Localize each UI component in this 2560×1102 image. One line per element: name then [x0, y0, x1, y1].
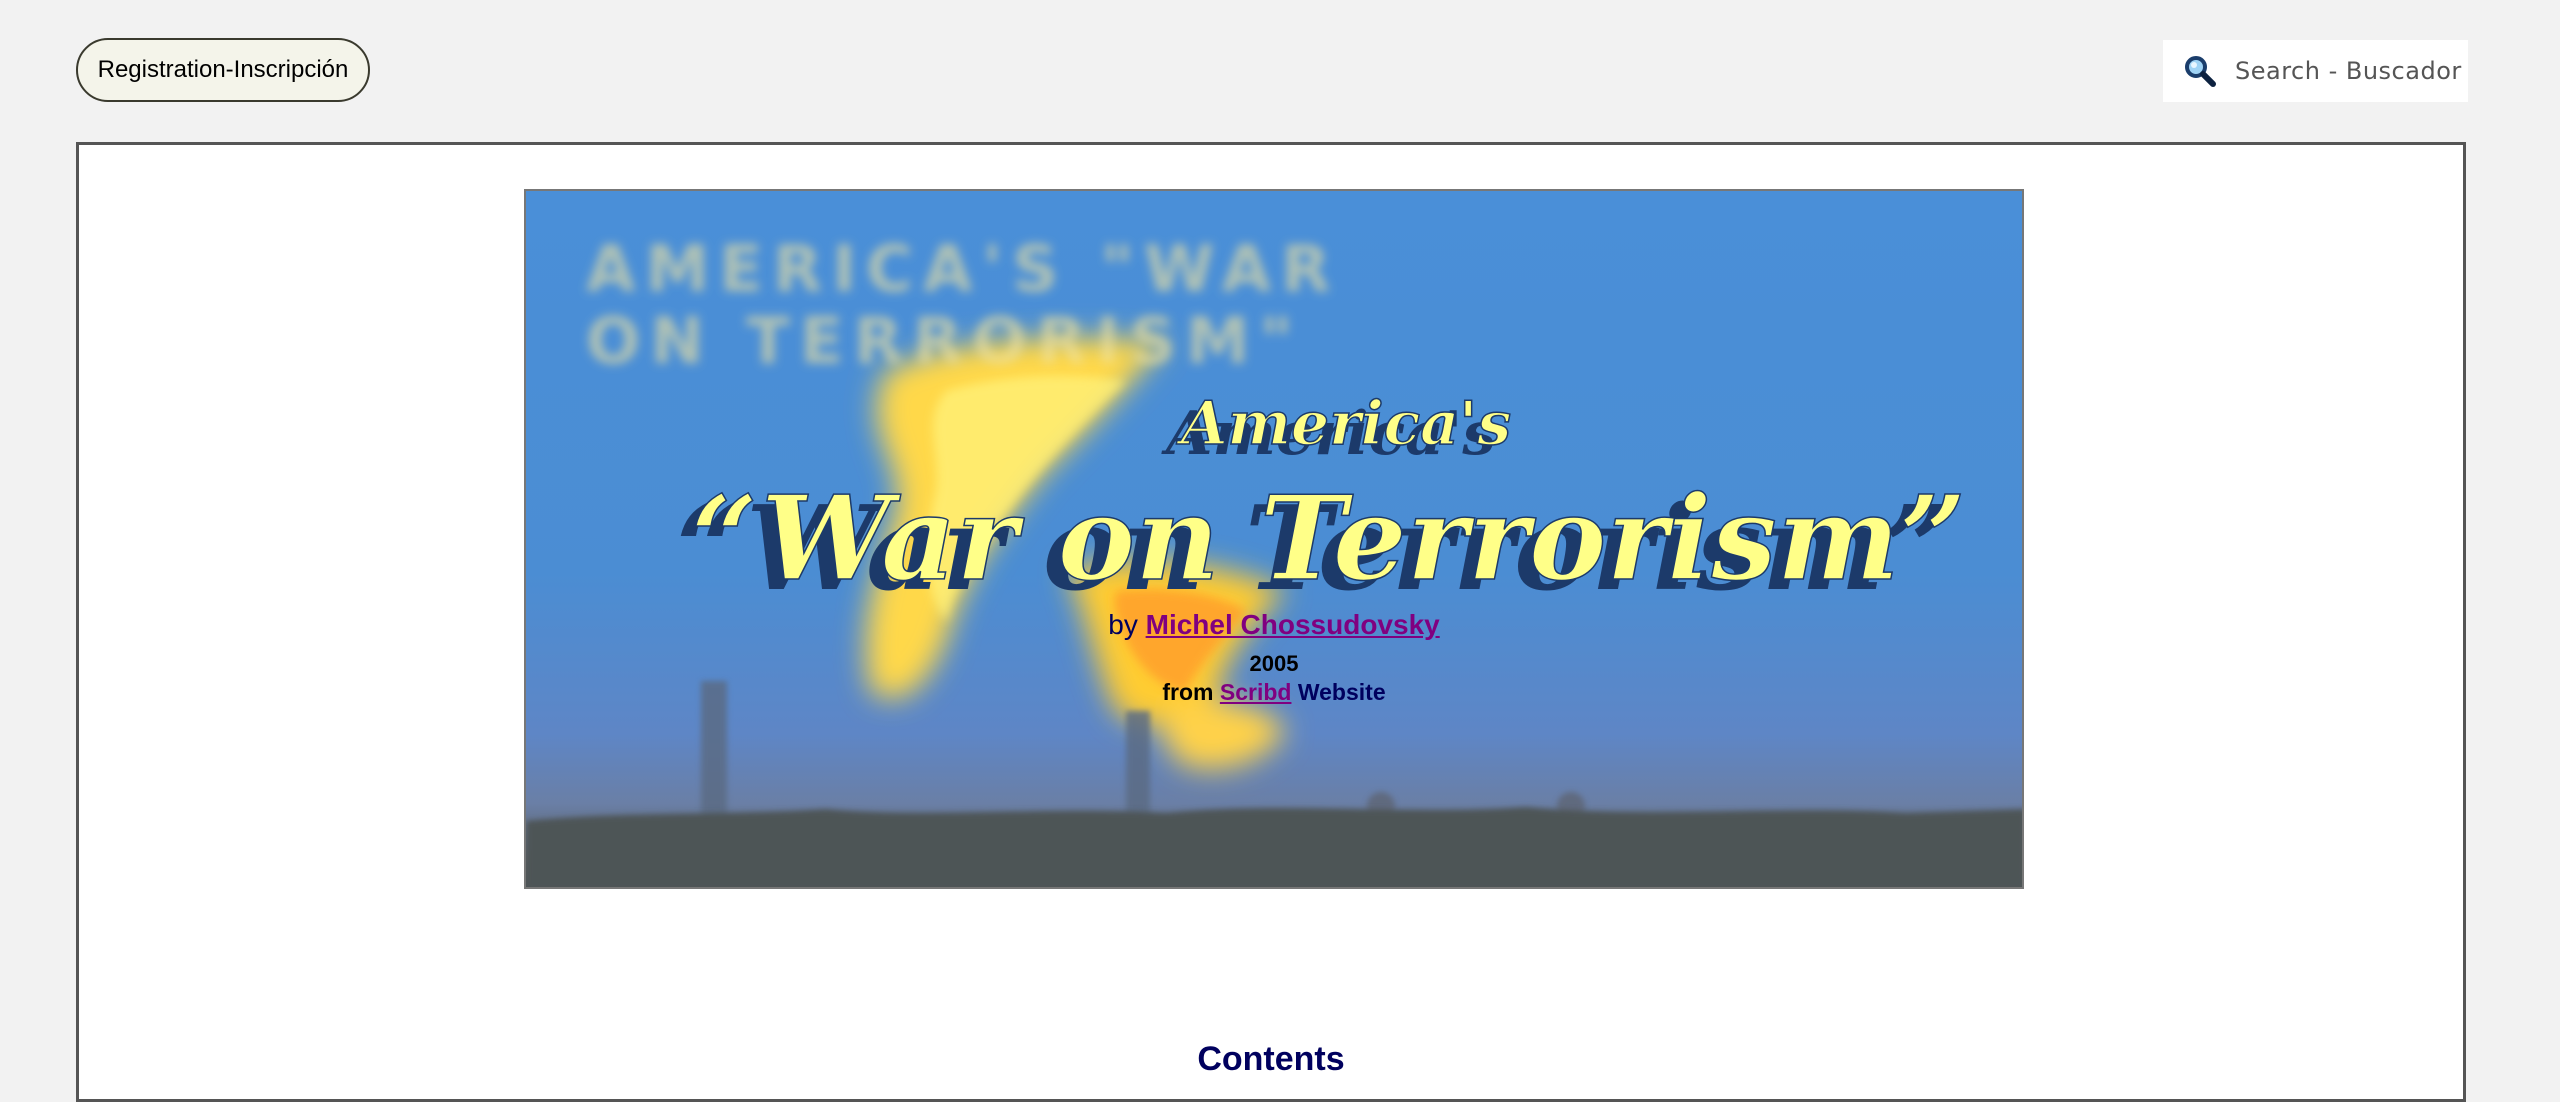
by-prefix: by	[1108, 609, 1138, 640]
title-main: “War on Terrorism”	[691, 471, 1966, 607]
horizon-ground	[526, 807, 2022, 887]
author-line: by Michel Chossudovsky	[526, 609, 2022, 641]
author-link[interactable]: Michel Chossudovsky	[1146, 609, 1440, 640]
search-label: Search - Buscador	[2235, 57, 2462, 85]
from-prefix: from	[1162, 679, 1214, 705]
registration-button[interactable]: Registration-Inscripción	[76, 38, 370, 102]
svg-text:AMERICA'S "WAR: AMERICA'S "WAR	[586, 233, 1340, 307]
source-suffix: Website	[1297, 679, 1386, 705]
source-link[interactable]: Scribd	[1220, 679, 1292, 705]
title-small: America's	[1176, 389, 1511, 459]
banner-artwork: AMERICA'S "WAR ON TERRORISM" America's “…	[526, 233, 2022, 887]
source-line: from Scribd Website	[526, 679, 2022, 706]
search-button[interactable]: Search - Buscador	[2163, 40, 2468, 102]
contents-heading: Contents	[1197, 1040, 1345, 1078]
content-frame: AMERICA'S "WAR ON TERRORISM" America's “…	[76, 142, 2466, 1102]
background-title: AMERICA'S "WAR ON TERRORISM"	[586, 233, 1340, 379]
title-banner: AMERICA'S "WAR ON TERRORISM" America's “…	[524, 189, 2024, 889]
svg-text:ON TERRORISM": ON TERRORISM"	[586, 305, 1303, 379]
magnifier-icon	[2185, 56, 2216, 87]
publication-year: 2005	[1249, 651, 1299, 676]
